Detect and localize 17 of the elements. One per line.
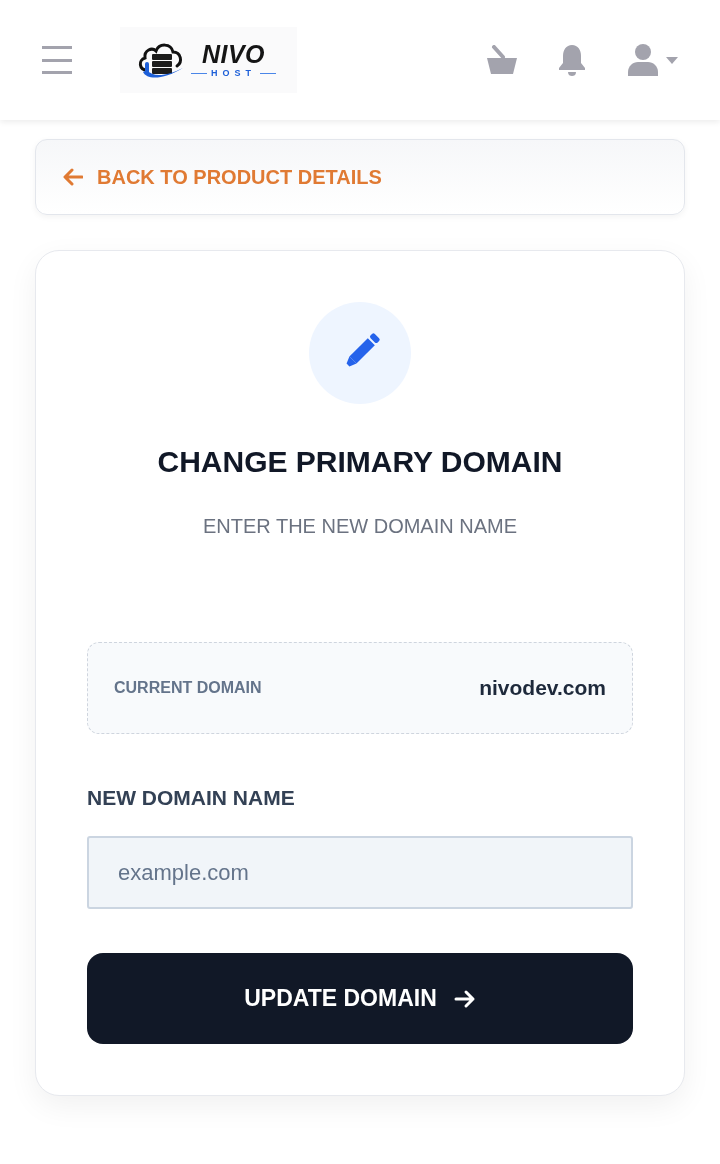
logo-wordmark: NIVO	[201, 42, 266, 66]
menu-icon[interactable]	[42, 45, 72, 75]
basket-icon[interactable]	[486, 45, 518, 75]
logo-tile[interactable]: NIVO HOST	[120, 27, 297, 93]
bell-icon[interactable]	[558, 44, 586, 76]
domain-input[interactable]: example.com	[87, 836, 633, 909]
user-icon[interactable]	[628, 44, 658, 76]
left-arrow-icon	[63, 168, 83, 186]
update-domain-button[interactable]: UPDATE DOMAIN	[87, 953, 633, 1044]
right-arrow-icon	[453, 988, 476, 1009]
logo-subtitle: HOST	[211, 68, 256, 78]
new-domain-label: NEW DOMAIN NAME	[87, 785, 295, 811]
card-title: CHANGE PRIMARY DOMAIN	[157, 444, 563, 480]
current-domain-value: nivodev.com	[479, 675, 606, 702]
caret-icon[interactable]	[666, 56, 678, 64]
current-domain-label: CURRENT DOMAIN	[114, 678, 262, 698]
card-subtitle: ENTER THE NEW DOMAIN NAME	[202, 514, 518, 539]
